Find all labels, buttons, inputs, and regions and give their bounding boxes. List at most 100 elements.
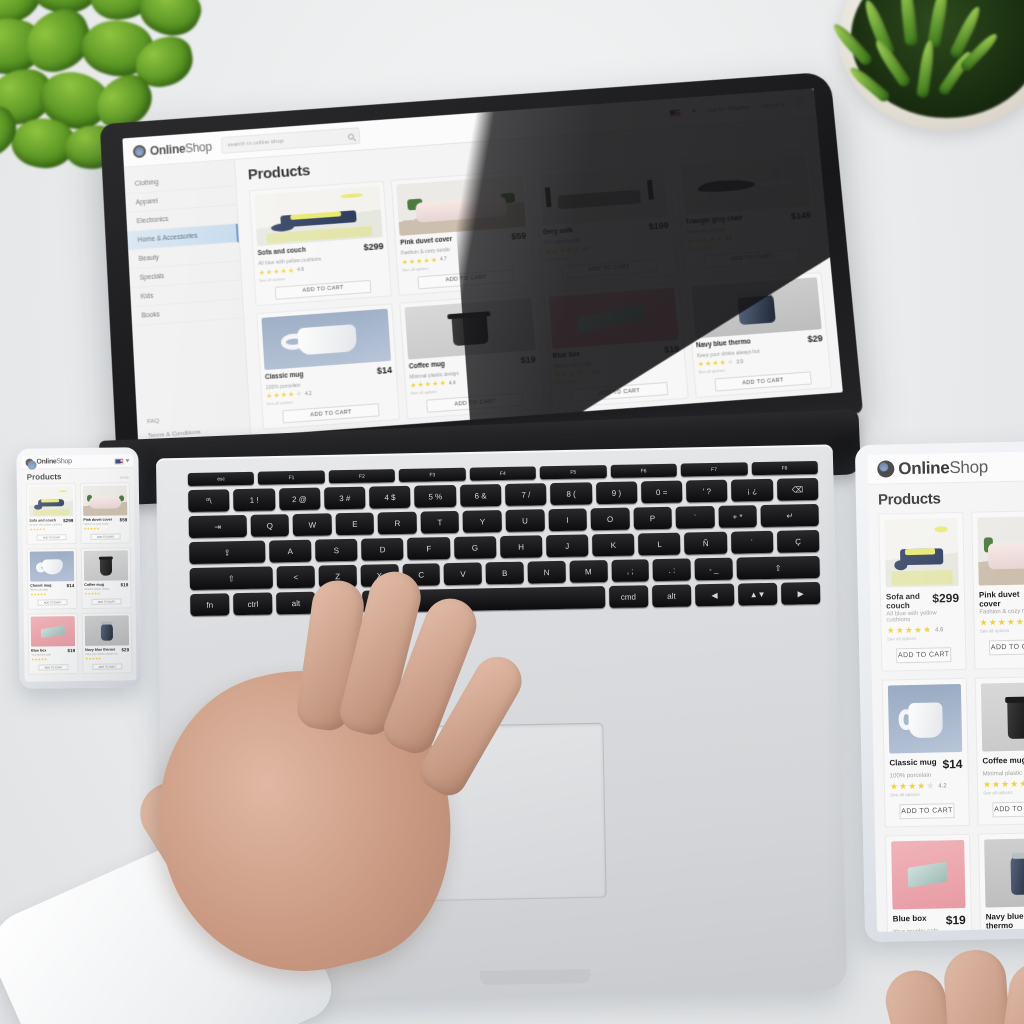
add-to-cart-button[interactable]: ADD TO CART: [899, 803, 955, 820]
key-o[interactable]: O: [590, 507, 630, 531]
add-to-cart-button[interactable]: ADD TO CART: [570, 381, 668, 403]
key-w[interactable]: W: [292, 513, 332, 537]
key-m[interactable]: M: [569, 560, 608, 583]
product-card[interactable]: Classic mug $14 100% porcelain ★★★★★ ADD…: [26, 548, 78, 610]
product-card[interactable]: Coffee mug $19 Minimal plastic design ★★…: [80, 547, 132, 609]
add-to-cart-button[interactable]: ADD TO CART: [992, 801, 1024, 818]
product-card[interactable]: Navy blue thermo $29 Keep your drinks al…: [685, 271, 833, 399]
add-to-cart-button[interactable]: ADD TO CART: [36, 534, 68, 541]
product-card[interactable]: Classic mug $14 100% porcelain ★ ★ ★ ★ ★ 4.2 …: [881, 677, 970, 828]
add-to-cart-button[interactable]: ADD TO CART: [703, 248, 801, 268]
add-to-cart-button[interactable]: ADD TO CART: [714, 371, 812, 392]
key-f1[interactable]: F1: [258, 470, 325, 485]
add-to-cart-button[interactable]: ADD TO CART: [896, 647, 951, 664]
add-to-cart-button[interactable]: ADD TO CART: [417, 268, 515, 289]
key-s[interactable]: S: [315, 538, 358, 562]
key-8-[interactable]: 8 (: [550, 482, 592, 506]
key-p[interactable]: P: [633, 506, 673, 530]
see-all-options[interactable]: See all options: [980, 627, 1024, 634]
key-0-[interactable]: 0 =: [640, 480, 683, 504]
product-card[interactable]: Pink duvet cover $59 Fashion & cozy nord…: [391, 170, 536, 296]
sort-control[interactable]: sort by: [120, 475, 129, 479]
key-u[interactable]: U: [505, 509, 545, 532]
see-all-options[interactable]: See all options: [890, 791, 963, 798]
product-card[interactable]: Triangle grey chair $149 Maximum comfort…: [674, 149, 821, 275]
key-3-[interactable]: 3 #: [323, 486, 366, 510]
product-card[interactable]: Coffee mug $19 Minimal plastic design ★★…: [974, 675, 1024, 826]
product-card[interactable]: Blue box $19 Your jewelry safe ★★★★★4.3 …: [885, 833, 974, 932]
product-card[interactable]: Sofa and couch $299 All blue with yellow…: [25, 483, 77, 545]
key-4-[interactable]: 4 $: [369, 485, 411, 509]
add-to-cart-button[interactable]: ADD TO CART: [91, 598, 122, 605]
product-card[interactable]: Blue box $19 Your jewelry safe ★★★★★ ADD…: [27, 613, 79, 675]
key--[interactable]: Ñ: [684, 531, 728, 555]
key-6-[interactable]: 6 &: [459, 484, 502, 507]
key-l[interactable]: L: [638, 532, 681, 556]
product-card[interactable]: Pink duvet cover $59 Fashion & cozy nord…: [79, 482, 131, 544]
key-f2[interactable]: F2: [328, 469, 396, 484]
add-to-cart-button[interactable]: ADD TO CART: [426, 392, 524, 413]
add-to-cart-button[interactable]: ADD TO CART: [37, 664, 69, 671]
key-1-[interactable]: 1 !: [233, 488, 276, 512]
key-g[interactable]: G: [453, 536, 497, 559]
add-to-cart-button[interactable]: ADD TO CART: [37, 599, 68, 606]
add-to-cart-button[interactable]: ADD TO CART: [90, 533, 121, 540]
key-esc[interactable]: esc: [187, 471, 255, 487]
key--[interactable]: ⇥: [188, 514, 247, 539]
see-all-options[interactable]: See all options: [887, 635, 960, 642]
key-y[interactable]: Y: [462, 510, 502, 533]
key--[interactable]: Ç: [776, 529, 820, 553]
key-f4[interactable]: F4: [469, 466, 537, 481]
key--[interactable]: ⌫: [776, 477, 819, 501]
key-t[interactable]: T: [420, 510, 460, 534]
add-to-cart-button[interactable]: ADD TO CART: [282, 403, 380, 424]
key--[interactable]: ¡ ¿: [731, 478, 774, 502]
key--[interactable]: ▲▼: [737, 582, 778, 606]
key--[interactable]: ▶: [780, 581, 821, 605]
key--[interactable]: ⇧: [736, 555, 820, 580]
key-7-[interactable]: 7 /: [504, 483, 547, 506]
product-card[interactable]: Sofa and couch $299 All blue with yellow…: [248, 180, 392, 306]
key-q[interactable]: Q: [250, 514, 290, 537]
key-f7[interactable]: F7: [680, 462, 748, 477]
auth-link[interactable]: Log in / Register: [707, 104, 751, 113]
key-d[interactable]: D: [361, 537, 404, 561]
key--[interactable]: ' ?: [686, 479, 728, 503]
key--[interactable]: ◀: [694, 583, 735, 607]
key-f3[interactable]: F3: [399, 467, 466, 483]
product-card[interactable]: Navy blue thermo $29 Keep your drinks al…: [977, 831, 1024, 932]
key-j[interactable]: J: [545, 534, 589, 558]
product-card[interactable]: Sofa and couch $299 All blue with yellow…: [878, 511, 967, 672]
us-flag-icon[interactable]: [669, 108, 682, 117]
cart-link[interactable]: Cart of 2: [761, 102, 784, 109]
key-5-[interactable]: 5 %: [414, 484, 457, 508]
key--[interactable]: `: [675, 505, 715, 529]
cart-count-badge[interactable]: 2: [793, 97, 806, 110]
key-e[interactable]: E: [335, 512, 375, 536]
product-card[interactable]: Pink duvet cover $59 Fashion & cozy nord…: [971, 509, 1024, 670]
us-flag-icon[interactable]: [114, 457, 124, 464]
key-cmd[interactable]: cmd: [608, 585, 649, 609]
key-i[interactable]: I: [548, 508, 587, 532]
product-card[interactable]: Classic mug $14 100% porcelain ★ ★ ★ ★ ★ 4.2 …: [256, 302, 401, 431]
key-9-[interactable]: 9 ): [595, 481, 638, 505]
key--[interactable]: . :: [652, 558, 692, 582]
key-f6[interactable]: F6: [610, 463, 677, 478]
key--[interactable]: + *: [718, 505, 758, 528]
product-card[interactable]: Coffee mug $19 Minimal plastic design ★★…: [399, 292, 545, 420]
key--[interactable]: , ;: [611, 559, 650, 582]
see-all-options[interactable]: See all options: [983, 789, 1024, 796]
key--[interactable]: ´: [730, 530, 774, 554]
key--[interactable]: ↵: [760, 503, 819, 528]
brand-logo[interactable]: OnlineShop: [132, 139, 212, 159]
product-card[interactable]: Grey sofa $199 Very special offer ★ ★ ★ ★ ★ 4…: [533, 159, 678, 285]
key-f8[interactable]: F8: [751, 460, 818, 476]
brand-logo[interactable]: OnlineShop: [877, 457, 988, 479]
product-card[interactable]: Blue box $19 Your jewelry safe ★★★★★4.3 …: [542, 281, 689, 409]
key-r[interactable]: R: [377, 511, 417, 535]
key-alt[interactable]: alt: [651, 584, 692, 608]
key-h[interactable]: H: [499, 535, 543, 559]
add-to-cart-button[interactable]: ADD TO CART: [989, 639, 1024, 656]
key--[interactable]: º\: [188, 489, 230, 513]
key--[interactable]: - _: [694, 557, 733, 581]
